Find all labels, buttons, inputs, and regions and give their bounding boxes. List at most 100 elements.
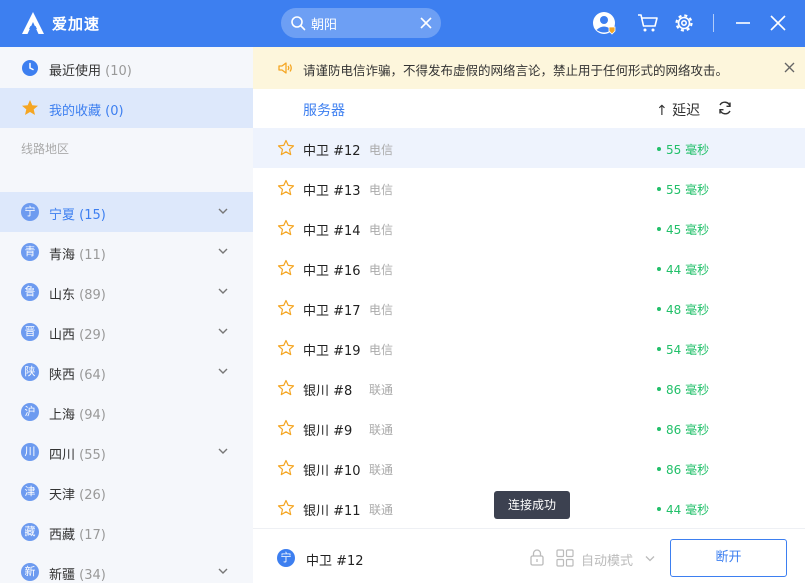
clear-search-icon[interactable] [419, 16, 433, 30]
sidebar: 最近使用 (10) 我的收藏 (0) 线路地区 蒙 内蒙古 (20) 线路地区 … [0, 47, 253, 583]
server-isp: 电信 [369, 303, 394, 317]
search-input[interactable] [311, 13, 411, 33]
server-name: 中卫 #14 [303, 224, 361, 239]
server-latency: 86 毫秒 [657, 421, 709, 438]
server-latency: 54 毫秒 [657, 341, 709, 358]
region-label: 西藏 [49, 528, 76, 543]
region-count: (29) [79, 328, 106, 343]
sidebar-item-region[interactable]: 藏 西藏 (17) [0, 512, 253, 552]
region-count: (34) [79, 568, 106, 583]
server-latency: 44 毫秒 [657, 501, 709, 518]
sidebar-item-recent[interactable]: 最近使用 (10) [0, 48, 253, 88]
server-row[interactable]: 银川 #9 联通 86 毫秒 [253, 408, 805, 448]
chevron-down-icon[interactable] [218, 367, 228, 375]
server-name: 中卫 #19 [303, 344, 361, 359]
status-dot-icon [657, 466, 661, 471]
server-row[interactable]: 中卫 #17 电信 48 毫秒 [253, 288, 805, 328]
region-badge: 川 [21, 443, 39, 461]
close-window-icon[interactable] [766, 11, 790, 35]
server-row[interactable]: 银川 #10 联通 86 毫秒 [253, 448, 805, 488]
server-isp: 联通 [369, 423, 394, 437]
favorite-star-icon[interactable] [277, 379, 295, 397]
connection-footer: 宁 中卫 #12 自动模式 断开 [253, 528, 805, 583]
server-isp: 电信 [369, 143, 394, 157]
sidebar-item-region[interactable]: 青 青海 (11) [0, 232, 253, 272]
server-row[interactable]: 银川 #8 联通 86 毫秒 [253, 368, 805, 408]
sidebar-item-favorites[interactable]: 我的收藏 (0) [0, 88, 253, 128]
sidebar-item-region[interactable]: 沪 上海 (94) [0, 392, 253, 432]
region-count: (17) [79, 528, 106, 543]
latency-value: 86 毫秒 [666, 463, 710, 477]
server-isp: 电信 [369, 183, 394, 197]
current-region-badge: 宁 [277, 549, 295, 567]
chevron-down-icon[interactable] [218, 447, 228, 455]
server-row[interactable]: 中卫 #19 电信 54 毫秒 [253, 328, 805, 368]
status-dot-icon [657, 226, 661, 231]
server-row[interactable]: 中卫 #14 电信 45 毫秒 [253, 208, 805, 248]
sidebar-item-region[interactable]: 新 新疆 (34) [0, 552, 253, 583]
sidebar-item-region[interactable]: 陕 陕西 (64) [0, 352, 253, 392]
region-label: 山东 [49, 288, 76, 303]
sidebar-item-region[interactable]: 津 天津 (26) [0, 472, 253, 512]
server-isp: 联通 [369, 463, 394, 477]
latency-value: 86 毫秒 [666, 383, 710, 397]
status-dot-icon [657, 306, 661, 311]
region-count: (64) [79, 368, 106, 383]
favorite-star-icon[interactable] [277, 259, 295, 277]
chevron-down-icon[interactable] [218, 327, 228, 335]
sidebar-item-region[interactable]: 川 四川 (55) [0, 432, 253, 472]
sidebar-item-region[interactable]: 宁 宁夏 (15) [0, 192, 253, 232]
server-name: 中卫 #17 [303, 304, 361, 319]
region-badge: 陕 [21, 363, 39, 381]
server-row[interactable]: 中卫 #13 电信 55 毫秒 [253, 168, 805, 208]
region-badge: 藏 [21, 523, 39, 541]
region-count: (94) [79, 408, 106, 423]
search-box[interactable] [281, 8, 441, 38]
favorite-star-icon[interactable] [277, 339, 295, 357]
lock-icon[interactable] [529, 548, 545, 566]
sidebar-item-count: (10) [105, 64, 132, 79]
server-row[interactable]: 中卫 #12 电信 55 毫秒 [253, 128, 805, 168]
server-isp: 电信 [369, 223, 394, 237]
region-badge: 青 [21, 243, 39, 261]
column-server[interactable]: 服务器 [303, 100, 345, 120]
toast-message: 连接成功 [494, 491, 570, 519]
favorite-star-icon[interactable] [277, 219, 295, 237]
region-label: 上海 [49, 408, 76, 423]
mode-select[interactable]: 自动模式 [581, 550, 633, 569]
sidebar-item-region[interactable]: 晋 山西 (29) [0, 312, 253, 352]
favorite-star-icon[interactable] [277, 459, 295, 477]
favorite-star-icon[interactable] [277, 299, 295, 317]
cart-icon[interactable] [636, 11, 660, 35]
chevron-down-icon[interactable] [218, 207, 228, 215]
server-isp: 联通 [369, 503, 394, 517]
speaker-icon [278, 62, 292, 74]
region-count: (15) [79, 208, 106, 223]
favorite-star-icon[interactable] [277, 139, 295, 157]
favorite-star-icon[interactable] [277, 499, 295, 517]
favorite-star-icon[interactable] [277, 419, 295, 437]
favorite-star-icon[interactable] [277, 179, 295, 197]
server-list: 中卫 #12 电信 55 毫秒 中卫 #13 电信 55 毫秒 中卫 #14 电… [253, 128, 805, 528]
notice-text: 请谨防电信诈骗，不得发布虚假的网络言论，禁止用于任何形式的网络攻击。 [303, 63, 729, 78]
settings-gear-icon[interactable] [672, 11, 696, 35]
status-dot-icon [657, 346, 661, 351]
minimize-icon[interactable] [731, 11, 755, 35]
close-notice-icon[interactable] [784, 62, 795, 73]
server-row[interactable]: 中卫 #16 电信 44 毫秒 [253, 248, 805, 288]
disconnect-button[interactable]: 断开 [670, 539, 787, 577]
sidebar-item-region[interactable]: 鲁 山东 (89) [0, 272, 253, 312]
server-list-header: 服务器 ↑ 延迟 [253, 89, 805, 128]
server-latency: 86 毫秒 [657, 461, 709, 478]
chevron-down-icon[interactable] [218, 247, 228, 255]
status-dot-icon [657, 426, 661, 431]
server-name: 中卫 #12 [303, 144, 361, 159]
chevron-down-icon[interactable] [645, 555, 655, 562]
chevron-down-icon[interactable] [218, 567, 228, 575]
user-avatar-icon[interactable] [592, 11, 616, 35]
region-label: 宁夏 [49, 208, 76, 223]
status-dot-icon [657, 146, 661, 151]
chevron-down-icon[interactable] [218, 287, 228, 295]
refresh-icon[interactable] [717, 100, 733, 116]
sort-latency-button[interactable]: ↑ 延迟 [656, 100, 700, 120]
